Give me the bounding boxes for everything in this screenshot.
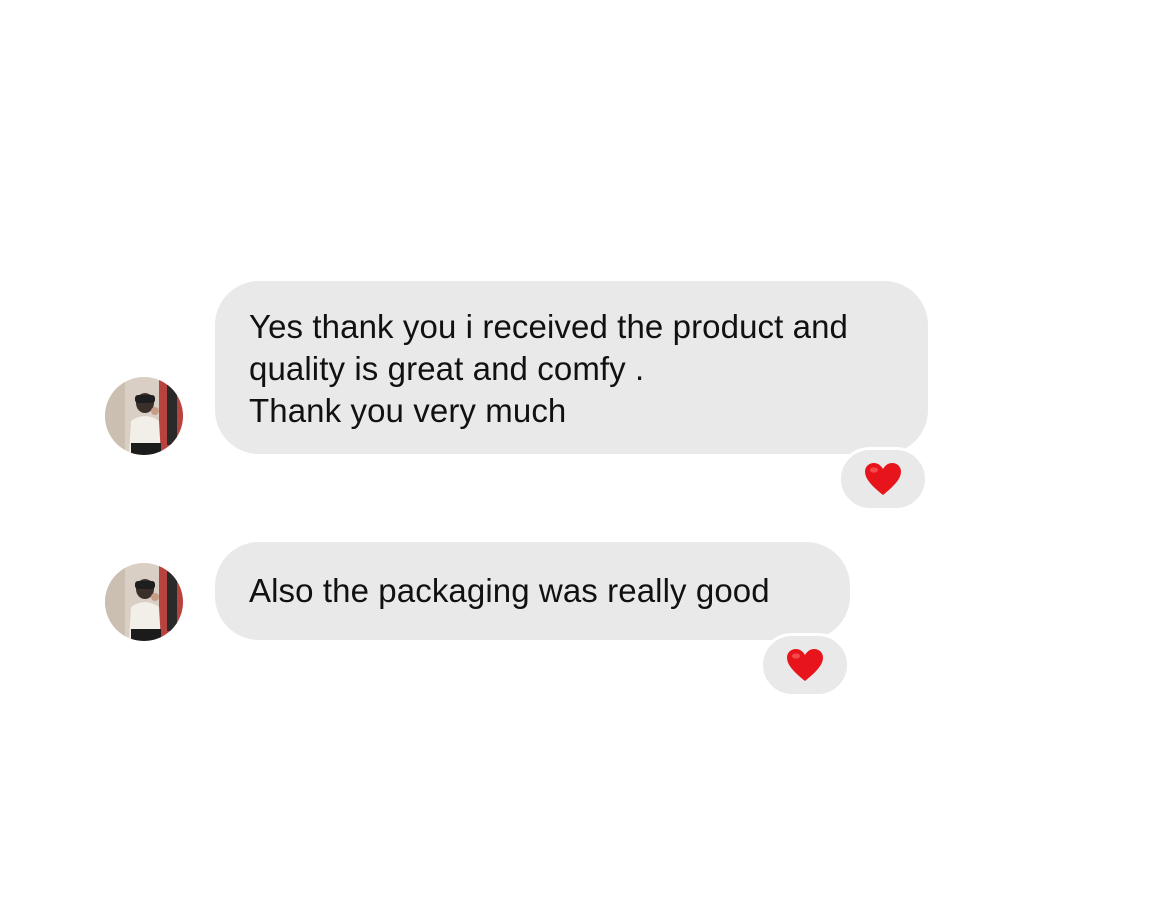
message-bubble[interactable]: Also the packaging was really good [215, 542, 850, 640]
sender-avatar[interactable] [105, 377, 183, 455]
sender-avatar[interactable] [105, 563, 183, 641]
red-heart-icon [865, 463, 901, 495]
avatar-photo [105, 563, 183, 641]
message-text-line: Yes thank you i received the product and [249, 308, 849, 345]
message-text-line: Also the packaging was really good [249, 572, 770, 609]
message-text-line: quality is great and comfy . [249, 350, 645, 387]
red-heart-icon [787, 649, 823, 681]
reaction-badge[interactable] [838, 447, 928, 511]
message-bubble[interactable]: Yes thank you i received the product and… [215, 281, 928, 454]
message-text-line: Thank you very much [249, 392, 567, 429]
chat-thread: Yes thank you i received the product and… [0, 0, 1150, 924]
reaction-badge[interactable] [760, 633, 850, 697]
avatar-photo [105, 377, 183, 455]
